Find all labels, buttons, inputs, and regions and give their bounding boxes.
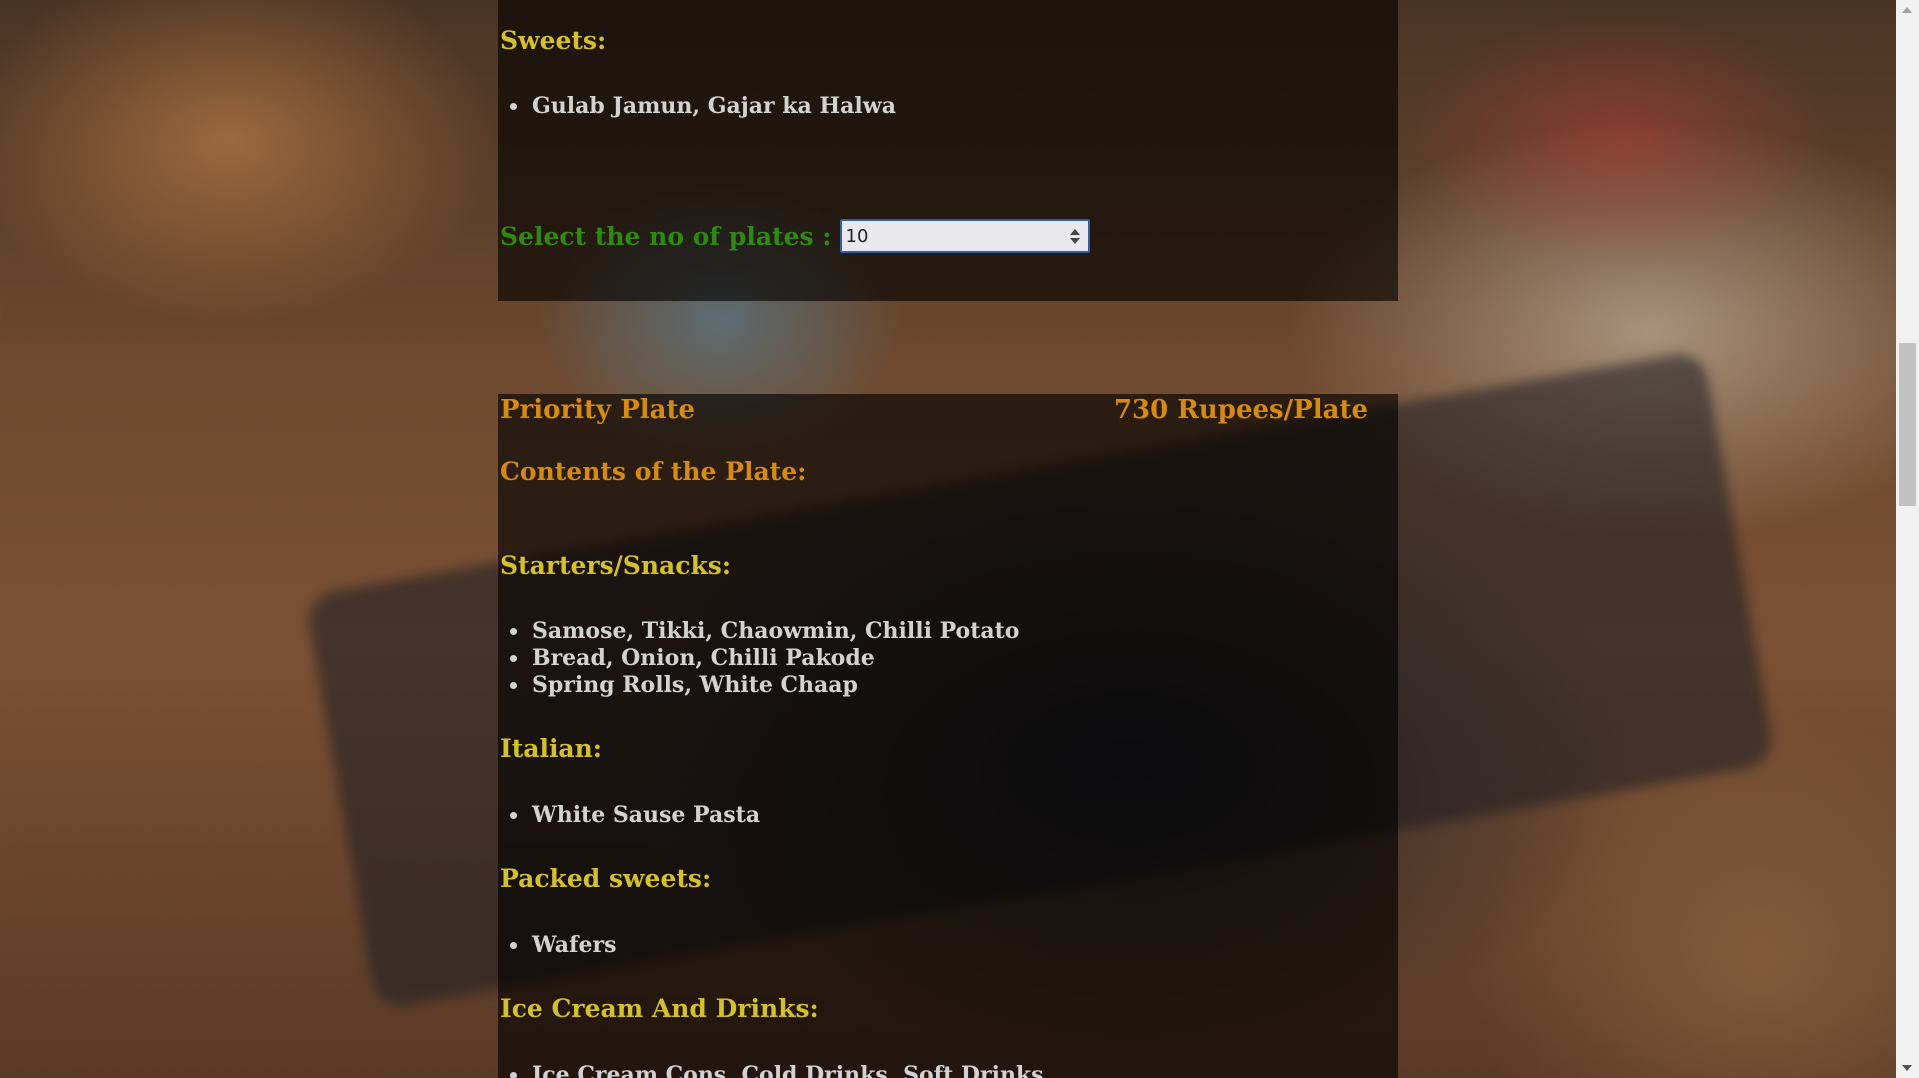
plates-selector: Select the no of plates : 10 — [500, 219, 1090, 253]
plates-label: Select the no of plates : — [500, 221, 832, 251]
icecream-heading: Ice Cream And Drinks: — [500, 994, 819, 1023]
list-item: Gulab Jamun, Gajar ka Halwa — [530, 93, 896, 120]
packed-sweets-list: Wafers — [500, 932, 617, 959]
list-item: Ice Cream Cons, Cold Drinks, Soft Drinks — [530, 1062, 1044, 1078]
basic-plate-panel: Sweets: Gulab Jamun, Gajar ka Halwa Sele… — [498, 0, 1398, 301]
scroll-down-icon[interactable] — [1902, 1065, 1912, 1071]
italian-list: White Sause Pasta — [500, 802, 760, 829]
spinner-down-icon[interactable] — [1069, 237, 1080, 244]
plate-price: 730 Rupees/Plate — [1113, 395, 1368, 425]
scroll-up-icon[interactable] — [1902, 7, 1912, 13]
sweets-heading: Sweets: — [500, 26, 607, 55]
icecream-list: Ice Cream Cons, Cold Drinks, Soft Drinks — [500, 1062, 1044, 1078]
packed-sweets-heading: Packed sweets: — [500, 864, 712, 893]
italian-heading: Italian: — [500, 734, 603, 763]
plates-number-input[interactable]: 10 — [839, 219, 1090, 253]
list-item: White Sause Pasta — [530, 802, 760, 829]
starters-heading: Starters/Snacks: — [500, 551, 732, 580]
contents-heading: Contents of the Plate: — [500, 457, 807, 486]
list-item: Wafers — [530, 932, 617, 959]
list-item: Bread, Onion, Chilli Pakode — [530, 645, 1019, 672]
scroll-thumb[interactable] — [1899, 343, 1916, 506]
vertical-scrollbar[interactable] — [1896, 0, 1919, 1078]
spinner-arrows-icon[interactable] — [1069, 228, 1080, 244]
priority-plate-panel: Priority Plate 730 Rupees/Plate Contents… — [498, 394, 1398, 1078]
spinner-up-icon[interactable] — [1069, 228, 1080, 235]
list-item: Samose, Tikki, Chaowmin, Chilli Potato — [530, 618, 1019, 645]
plate-title: Priority Plate — [500, 395, 696, 425]
sweets-list: Gulab Jamun, Gajar ka Halwa — [500, 93, 896, 120]
plates-value: 10 — [845, 225, 869, 247]
list-item: Spring Rolls, White Chaap — [530, 672, 1019, 699]
starters-list: Samose, Tikki, Chaowmin, Chilli Potato B… — [500, 618, 1019, 699]
